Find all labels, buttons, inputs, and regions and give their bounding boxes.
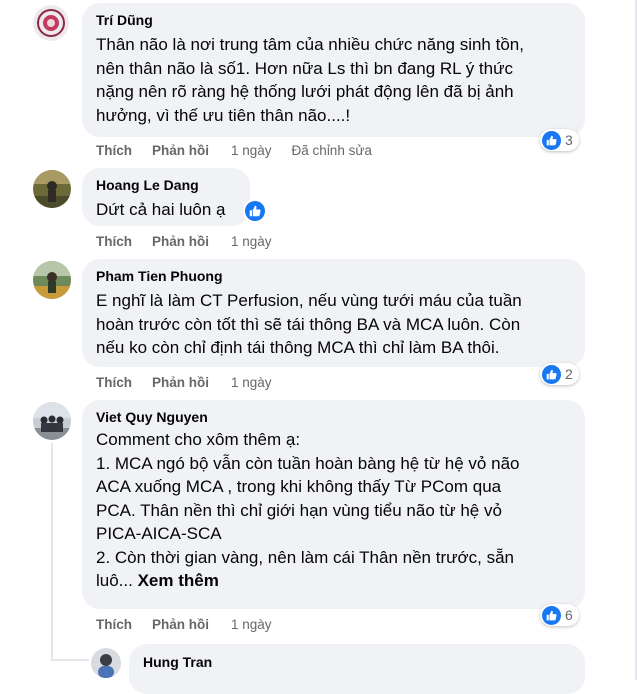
reply-thread-line	[51, 443, 53, 660]
comment-text: E nghĩ là làm CT Perfusion, nếu vùng tướ…	[96, 291, 522, 357]
comment-text: Comment cho xôm thêm ạ: 1. MCA ngó bộ vẫ…	[96, 428, 571, 593]
reaction-summary[interactable]: 6	[540, 604, 579, 626]
reaction-summary[interactable]: 3	[540, 129, 579, 151]
like-button[interactable]: Thích	[96, 375, 132, 391]
like-button[interactable]: Thích	[96, 143, 132, 159]
reaction-count: 2	[565, 366, 573, 382]
like-thumb-icon[interactable]	[245, 201, 265, 221]
reaction-count: 3	[565, 132, 573, 148]
avatar-pham-tien-phuong[interactable]	[33, 261, 71, 299]
comment-actions: Thích Phản hồi 1 ngày	[96, 375, 292, 391]
avatar-hung-tran[interactable]	[91, 648, 121, 678]
comment-text: Dứt cả hai luôn ạ	[96, 200, 226, 219]
comment-author[interactable]: Hung Tran	[143, 653, 571, 671]
like-thumb-icon	[542, 130, 561, 150]
comment-timestamp[interactable]: 1 ngày	[231, 143, 272, 159]
comment-bubble-4: Viet Quy Nguyen Comment cho xôm thêm ạ: …	[82, 400, 585, 609]
comment-bubble-2: Hoang Le Dang Dứt cả hai luôn ạ	[82, 168, 250, 226]
comment-text: Thân não là nơi trung tâm của nhiều chức…	[96, 35, 524, 125]
comment-actions: Thích Phản hồi 1 ngày	[96, 234, 292, 250]
comment-author[interactable]: Viet Quy Nguyen	[96, 408, 571, 426]
reply-thread-connector	[51, 659, 89, 661]
comment-bubble-3: Pham Tien Phuong E nghĩ là làm CT Perfus…	[82, 259, 585, 367]
comment-actions: Thích Phản hồi 1 ngày	[96, 617, 292, 633]
reaction-summary[interactable]: 2	[540, 363, 579, 385]
comment-timestamp[interactable]: 1 ngày	[231, 617, 272, 633]
reply-button[interactable]: Phản hồi	[152, 143, 209, 159]
reply-button[interactable]: Phản hồi	[152, 234, 209, 250]
reaction-count: 6	[565, 607, 573, 623]
comment-bubble-5: Hung Tran	[129, 644, 585, 694]
comment-author[interactable]: Trí Dũng	[96, 11, 571, 29]
edited-label: Đã chỉnh sửa	[291, 143, 372, 158]
see-more-link[interactable]: Xem thêm	[138, 571, 219, 590]
avatar-hoang-le-dang[interactable]	[33, 170, 71, 208]
comment-text-content: Comment cho xôm thêm ạ: 1. MCA ngó bộ vẫ…	[96, 430, 520, 590]
avatar-viet-quy-nguyen[interactable]	[33, 402, 71, 440]
reply-button[interactable]: Phản hồi	[152, 375, 209, 391]
reply-button[interactable]: Phản hồi	[152, 617, 209, 633]
like-button[interactable]: Thích	[96, 234, 132, 250]
comment-bubble-1: Trí Dũng Thân não là nơi trung tâm của n…	[82, 3, 585, 137]
like-thumb-icon	[542, 605, 561, 625]
avatar-tri-dung[interactable]	[33, 5, 69, 41]
like-button[interactable]: Thích	[96, 617, 132, 633]
comment-actions: Thích Phản hồi 1 ngày Đã chỉnh sửa	[96, 143, 372, 159]
comment-author[interactable]: Pham Tien Phuong	[96, 267, 571, 285]
like-thumb-icon	[542, 364, 561, 384]
comment-timestamp[interactable]: 1 ngày	[231, 234, 272, 250]
comment-author[interactable]: Hoang Le Dang	[96, 176, 236, 194]
comment-timestamp[interactable]: 1 ngày	[231, 375, 272, 391]
